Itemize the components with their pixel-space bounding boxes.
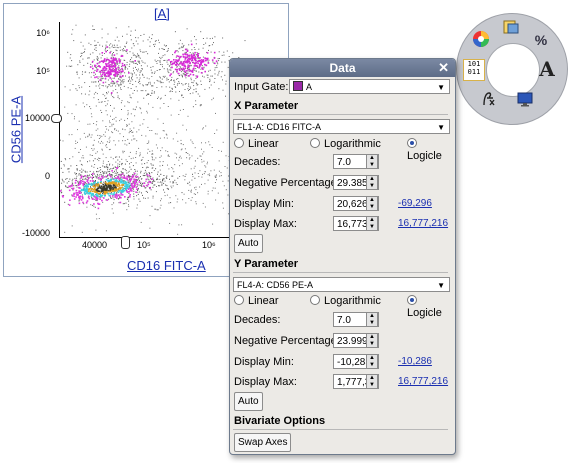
x-scale-linear-radio[interactable]: Linear	[234, 138, 279, 150]
chevron-down-icon: ▼	[437, 83, 445, 92]
radio-label: Logicle	[407, 150, 442, 162]
radio-label: Logicle	[407, 307, 442, 319]
x-parameter-select[interactable]: FL1-A: CD16 FITC-A ▼	[233, 119, 450, 134]
y-decades-label: Decades:	[234, 314, 281, 326]
x-parameter-value: FL1-A: CD16 FITC-A	[237, 122, 322, 132]
x-tick-label: 10⁶	[202, 240, 216, 250]
radio-dot	[234, 138, 244, 148]
y-neg-pct-stepper[interactable]: ▲ ▼	[366, 333, 378, 348]
swap-axes-button[interactable]: Swap Axes	[234, 433, 292, 452]
y-neg-pct-label: Negative Percentage:	[234, 335, 340, 347]
x-auto-button[interactable]: Auto	[234, 234, 263, 253]
y-min-label: Display Min:	[234, 356, 294, 368]
y-max-stepper[interactable]: ▲ ▼	[366, 374, 378, 389]
y-parameter-value: FL4-A: CD56 PE-A	[237, 280, 314, 290]
x-tick-label: 40000	[82, 240, 108, 250]
y-tick-label: -10000	[21, 228, 50, 238]
y-max-label: Display Max:	[234, 376, 297, 388]
y-decades-stepper[interactable]: ▲ ▼	[366, 312, 378, 327]
x-tick-label: 10⁵	[137, 240, 151, 250]
radio-dot-selected	[407, 138, 417, 148]
y-gate-handle[interactable]	[51, 114, 62, 123]
radial-tool-menu: % 101 011 A	[456, 13, 568, 125]
radio-label: Linear	[248, 138, 279, 150]
layers-icon[interactable]	[501, 18, 521, 38]
y-auto-button[interactable]: Auto	[234, 392, 263, 411]
binary-data-icon[interactable]: 101 011	[463, 59, 485, 81]
y-scale-linear-radio[interactable]: Linear	[234, 295, 279, 307]
input-gate-select[interactable]: A ▼	[289, 79, 450, 94]
x-neg-pct-label: Negative Percentage:	[234, 177, 340, 189]
dialog-titlebar[interactable]: Data ✕	[230, 59, 455, 77]
data-dialog: Data ✕ Input Gate: A ▼ X Parameter FL1-A…	[229, 58, 456, 455]
x-min-link[interactable]: -69,296	[398, 198, 432, 209]
chevron-down-icon: ▼	[437, 281, 445, 290]
x-axis-label[interactable]: CD16 FITC-A	[127, 258, 206, 273]
radio-dot	[310, 138, 320, 148]
divider	[233, 114, 448, 115]
x-min-label: Display Min:	[234, 198, 294, 210]
radio-dot	[310, 295, 320, 305]
gate-color-swatch	[293, 81, 303, 91]
x-decades-label: Decades:	[234, 156, 281, 168]
monitor-icon[interactable]	[515, 90, 535, 110]
radio-label: Logarithmic	[324, 138, 381, 150]
plot-title-link[interactable]: [A]	[154, 6, 170, 21]
divider	[233, 429, 448, 430]
y-parameter-select[interactable]: FL4-A: CD56 PE-A ▼	[233, 277, 450, 292]
percent-icon[interactable]: %	[531, 30, 551, 50]
y-min-stepper[interactable]: ▲ ▼	[366, 354, 378, 369]
x-gate-handle[interactable]	[121, 236, 130, 249]
y-scale-log-radio[interactable]: Logarithmic	[310, 295, 381, 307]
x-scale-logicle-radio[interactable]: Logicle	[407, 138, 455, 162]
y-scale-logicle-radio[interactable]: Logicle	[407, 295, 455, 319]
y-tick-label: 10⁵	[36, 66, 50, 76]
x-max-label: Display Max:	[234, 218, 297, 230]
radio-label: Linear	[248, 295, 279, 307]
x-parameter-title: X Parameter	[234, 100, 299, 112]
close-icon[interactable]: ✕	[438, 59, 449, 77]
y-parameter-title: Y Parameter	[234, 258, 299, 270]
x-max-link[interactable]: 16,777,216	[398, 218, 448, 229]
x-decades-stepper[interactable]: ▲ ▼	[366, 154, 378, 169]
radio-dot	[234, 295, 244, 305]
bivariate-options-title: Bivariate Options	[234, 415, 326, 427]
x-min-stepper[interactable]: ▲ ▼	[366, 196, 378, 211]
radio-dot-selected	[407, 295, 417, 305]
x-scale-log-radio[interactable]: Logarithmic	[310, 138, 381, 150]
chevron-down-icon: ▼	[437, 123, 445, 132]
divider	[233, 272, 448, 273]
y-tick-label: 10000	[24, 113, 50, 123]
formula-icon[interactable]	[479, 90, 499, 110]
dialog-title: Data	[329, 61, 356, 75]
y-axis-label[interactable]: CD56 PE-A	[9, 90, 24, 170]
y-max-link[interactable]: 16,777,216	[398, 376, 448, 387]
input-gate-label: Input Gate:	[234, 81, 289, 93]
text-style-icon[interactable]: A	[537, 59, 557, 79]
radio-label: Logarithmic	[324, 295, 381, 307]
radial-menu-center	[486, 43, 540, 97]
y-min-link[interactable]: -10,286	[398, 356, 432, 367]
x-neg-pct-stepper[interactable]: ▲ ▼	[366, 175, 378, 190]
x-max-stepper[interactable]: ▲ ▼	[366, 216, 378, 231]
color-wheel-icon[interactable]	[471, 30, 491, 50]
y-tick-label: 10⁶	[36, 28, 50, 38]
input-gate-value: A	[306, 82, 313, 92]
y-tick-label: 0	[44, 171, 50, 181]
